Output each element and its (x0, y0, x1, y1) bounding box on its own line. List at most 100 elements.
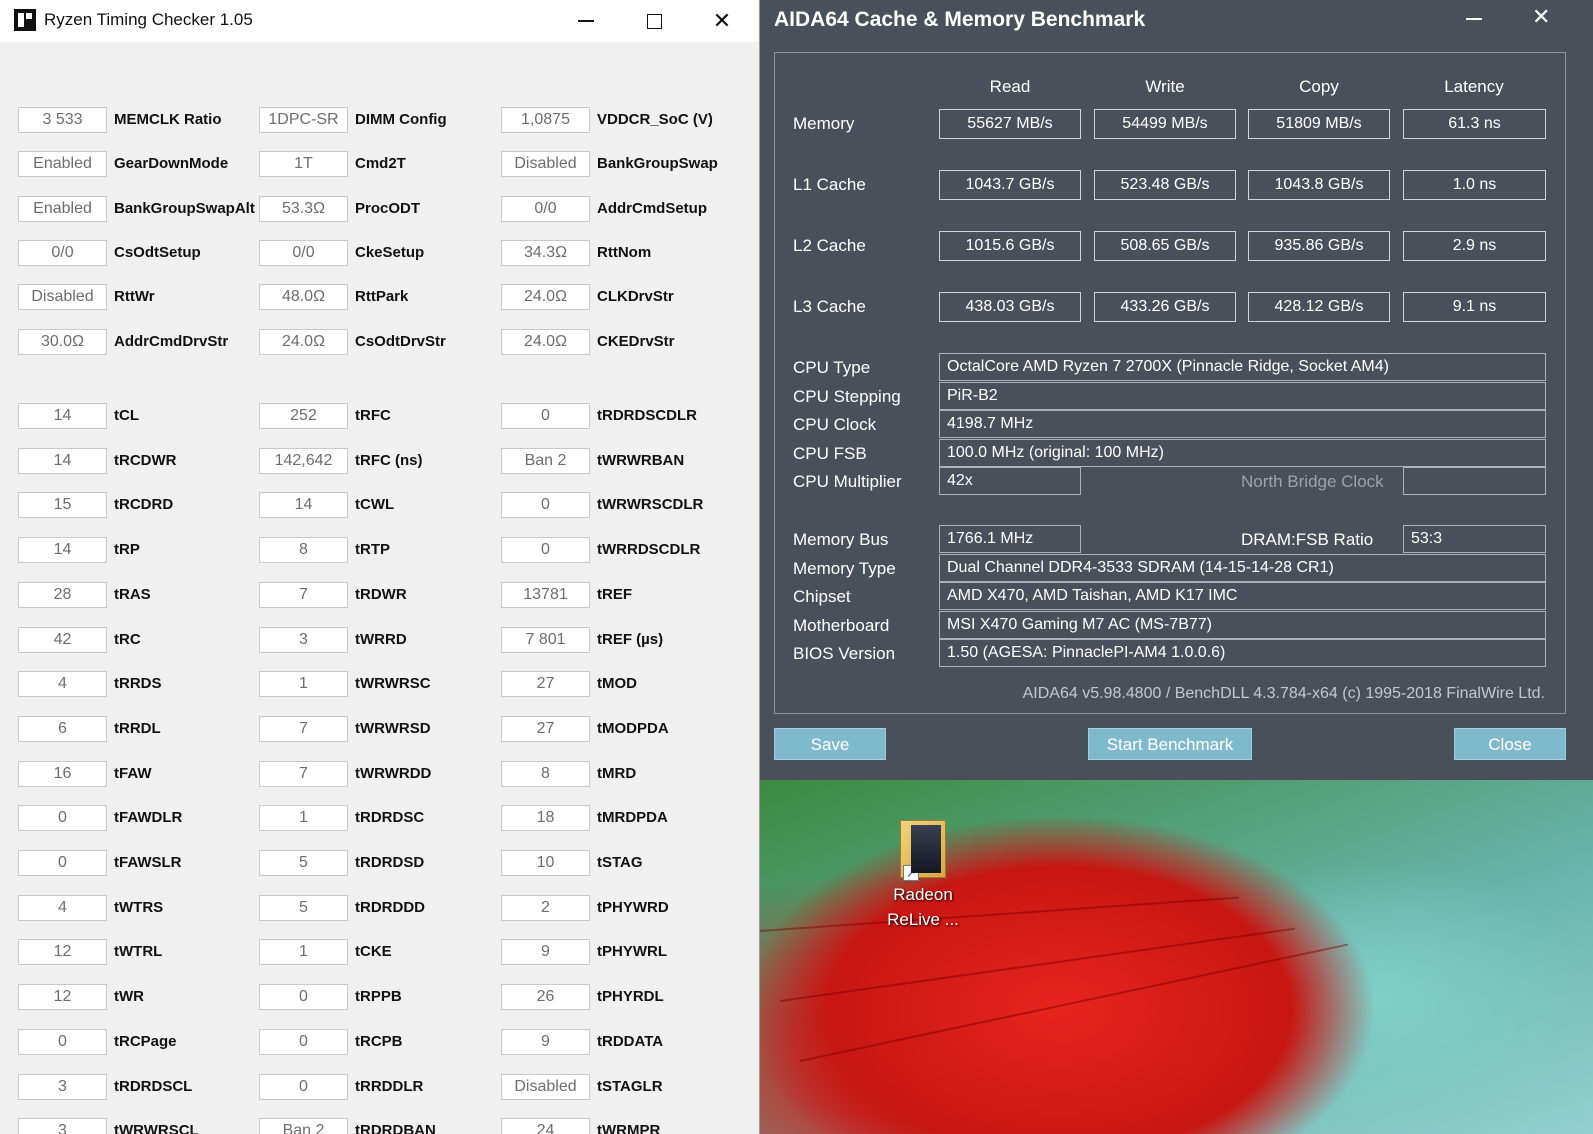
timing-value-field[interactable]: 48.0Ω (259, 284, 348, 311)
close-dialog-button[interactable]: Close (1454, 728, 1566, 760)
timing-value-field[interactable]: 1 (259, 805, 348, 832)
timing-value-field[interactable]: 1 (259, 671, 348, 698)
timing-value-field[interactable]: 0/0 (501, 195, 590, 222)
timing-value-field[interactable]: 0 (18, 805, 107, 832)
start-benchmark-button[interactable]: Start Benchmark (1088, 728, 1252, 760)
timing-value-field[interactable]: 1 (259, 939, 348, 966)
timing-value-field[interactable]: 5 (259, 894, 348, 921)
close-button[interactable]: ✕ (1532, 4, 1550, 30)
benchmark-result-copy: 1043.8 GB/s (1248, 170, 1390, 200)
timing-label: tWTRS (114, 898, 164, 916)
timing-value-field[interactable]: 9 (501, 1028, 590, 1055)
timing-value-field[interactable]: 6 (18, 715, 107, 742)
timing-value-field[interactable]: 0 (18, 1028, 107, 1055)
timing-value-field[interactable]: 0/0 (18, 239, 107, 266)
timing-value-field[interactable]: 30.0Ω (18, 328, 107, 355)
timing-value-field[interactable]: 3 (259, 626, 348, 653)
minimize-button[interactable] (552, 0, 620, 42)
save-button[interactable]: Save (774, 728, 886, 760)
timing-value-field[interactable]: 28 (18, 581, 107, 608)
timing-value-field[interactable]: 13781 (501, 581, 590, 608)
timing-value-field[interactable]: Disabled (18, 284, 107, 311)
timing-value-field[interactable]: 12 (18, 939, 107, 966)
window-title: AIDA64 Cache & Memory Benchmark (774, 8, 1146, 31)
timing-row: 30.0Ω AddrCmdDrvStr 24.0Ω CsOdtDrvStr 24.0Ω C… (0, 328, 760, 355)
timing-value-field[interactable]: 4 (18, 671, 107, 698)
timing-value-field[interactable]: 9 (501, 939, 590, 966)
timing-value-field[interactable]: 7 (259, 581, 348, 608)
timing-value-field[interactable]: 16 (18, 760, 107, 787)
timing-value-field[interactable]: 3 (18, 1118, 107, 1134)
timing-value-field[interactable]: 7 (259, 715, 348, 742)
timing-label: tRCDWR (114, 451, 177, 469)
timing-value-field[interactable]: 34.3Ω (501, 239, 590, 266)
timing-value-field[interactable]: 10 (501, 850, 590, 876)
timing-value-field[interactable]: Enabled (18, 151, 107, 178)
timing-row: 14 tCL 252 tRFC 0 tRDRDSCDLR (0, 403, 760, 429)
timing-value-field[interactable]: 0 (501, 492, 590, 519)
petal-vein (779, 927, 1296, 1002)
maximize-button[interactable] (620, 0, 688, 42)
minimize-icon (578, 20, 594, 22)
timing-value-field[interactable]: 27 (501, 715, 590, 742)
timing-label: Cmd2T (355, 155, 406, 173)
timing-value-field[interactable]: 27 (501, 671, 590, 698)
timing-value-field[interactable]: 14 (18, 447, 107, 474)
timing-value-field[interactable]: 2 (501, 894, 590, 921)
timing-value-field[interactable]: 24.0Ω (501, 328, 590, 355)
timing-value-field[interactable]: 0 (259, 984, 348, 1011)
timing-label: MEMCLK Ratio (114, 111, 222, 128)
timing-value-field[interactable]: 0 (259, 1073, 348, 1100)
timing-value-field[interactable]: Disabled (501, 151, 590, 178)
timing-value-field[interactable]: 0 (501, 537, 590, 564)
title-bar[interactable]: Ryzen Timing Checker 1.05 ✕ (0, 0, 759, 42)
timing-value-field[interactable]: 0 (18, 850, 107, 876)
timing-value-field[interactable]: Enabled (18, 195, 107, 222)
timing-label: tCKE (355, 943, 392, 961)
timing-value-field[interactable]: 24.0Ω (501, 284, 590, 311)
timing-value-field[interactable]: 7 801 (501, 626, 590, 653)
timing-value-field[interactable]: 14 (18, 537, 107, 564)
timing-value-field[interactable]: 252 (259, 403, 348, 429)
timing-value-field[interactable]: 24 (501, 1118, 590, 1134)
timing-value-field[interactable]: 42 (18, 626, 107, 653)
timing-value-field[interactable]: 3 (18, 1073, 107, 1100)
timing-value-field[interactable]: 8 (501, 760, 590, 787)
timing-label: BankGroupSwap (597, 155, 718, 173)
timing-value-field[interactable]: Ban 2 (259, 1118, 348, 1134)
timing-label: tWR (114, 988, 144, 1006)
close-button[interactable]: ✕ (688, 0, 756, 42)
timing-value-field[interactable]: 1T (259, 151, 348, 178)
timing-value-field[interactable]: 1,0875 (501, 107, 590, 133)
folder-icon: ↗ (900, 820, 946, 881)
timing-value-field[interactable]: 142,642 (259, 447, 348, 474)
bios-version-label: BIOS Version (793, 644, 896, 663)
desktop-icon-radeon-relive[interactable]: ↗ Radeon ReLive ... (868, 820, 978, 932)
timing-value-field[interactable]: Disabled (501, 1073, 590, 1100)
cpu-type-value: OctalCore AMD Ryzen 7 2700X (Pinnacle Ri… (939, 353, 1546, 381)
timing-label: ProcODT (355, 199, 421, 217)
timing-value-field[interactable]: 3 533 (18, 107, 107, 133)
timing-value-field[interactable]: 8 (259, 537, 348, 564)
timing-value-field[interactable]: 14 (259, 492, 348, 519)
timing-row: 0 tFAWDLR 1 tRDRDSC 18 tMRDPDA (0, 805, 760, 832)
timing-label: BankGroupSwapAlt (114, 199, 255, 217)
cpu-multiplier-label: CPU Multiplier (793, 472, 902, 491)
timing-value-field[interactable]: 18 (501, 805, 590, 832)
timing-value-field[interactable]: 24.0Ω (259, 328, 348, 355)
timing-value-field[interactable]: 5 (259, 850, 348, 876)
timing-value-field[interactable]: 7 (259, 760, 348, 787)
timing-value-field[interactable]: 26 (501, 984, 590, 1011)
timing-value-field[interactable]: 0/0 (259, 239, 348, 266)
timing-value-field[interactable]: 15 (18, 492, 107, 519)
timing-value-field[interactable]: 0 (259, 1028, 348, 1055)
timing-value-field[interactable]: 53.3Ω (259, 195, 348, 222)
timing-label: DIMM Config (355, 111, 447, 128)
timing-value-field[interactable]: 12 (18, 984, 107, 1011)
timing-value-field[interactable]: 4 (18, 894, 107, 921)
minimize-button[interactable] (1466, 18, 1482, 20)
timing-value-field[interactable]: 14 (18, 403, 107, 429)
timing-value-field[interactable]: 1DPC-SR (259, 107, 348, 133)
timing-value-field[interactable]: 0 (501, 403, 590, 429)
timing-value-field[interactable]: Ban 2 (501, 447, 590, 474)
